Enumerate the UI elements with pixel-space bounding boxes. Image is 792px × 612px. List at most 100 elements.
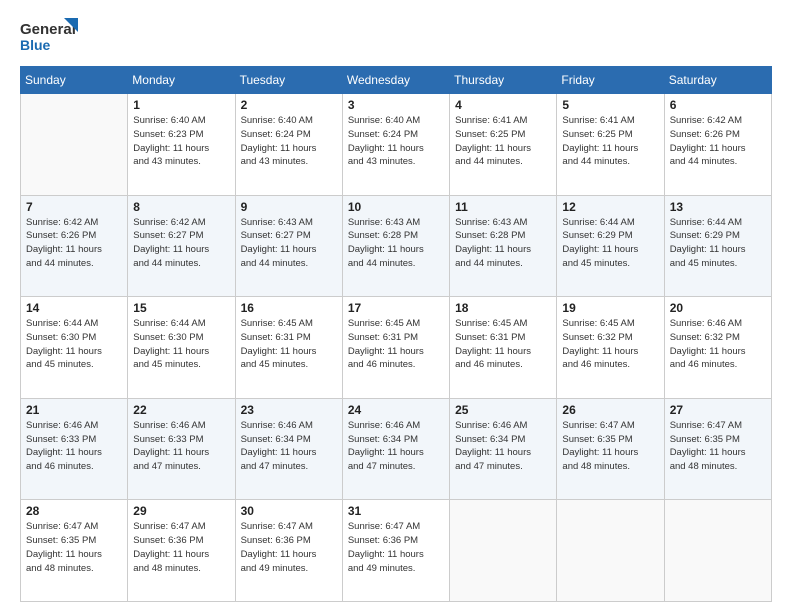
calendar-cell: 29 Sunrise: 6:47 AMSunset: 6:36 PMDayligh… bbox=[128, 500, 235, 602]
day-info: Sunrise: 6:46 AMSunset: 6:33 PMDaylight:… bbox=[133, 419, 229, 474]
day-info: Sunrise: 6:45 AMSunset: 6:32 PMDaylight:… bbox=[562, 317, 658, 372]
day-number: 13 bbox=[670, 200, 766, 214]
calendar-cell: 24 Sunrise: 6:46 AMSunset: 6:34 PMDayligh… bbox=[342, 398, 449, 500]
day-info: Sunrise: 6:43 AMSunset: 6:28 PMDaylight:… bbox=[348, 216, 444, 271]
weekday-header-monday: Monday bbox=[128, 67, 235, 94]
day-info: Sunrise: 6:44 AMSunset: 6:30 PMDaylight:… bbox=[133, 317, 229, 372]
day-info: Sunrise: 6:47 AMSunset: 6:35 PMDaylight:… bbox=[562, 419, 658, 474]
calendar-cell: 23 Sunrise: 6:46 AMSunset: 6:34 PMDayligh… bbox=[235, 398, 342, 500]
day-info: Sunrise: 6:46 AMSunset: 6:34 PMDaylight:… bbox=[455, 419, 551, 474]
day-info: Sunrise: 6:41 AMSunset: 6:25 PMDaylight:… bbox=[455, 114, 551, 169]
day-number: 11 bbox=[455, 200, 551, 214]
day-info: Sunrise: 6:47 AMSunset: 6:35 PMDaylight:… bbox=[670, 419, 766, 474]
page-header: GeneralBlue bbox=[20, 16, 772, 56]
day-info: Sunrise: 6:47 AMSunset: 6:36 PMDaylight:… bbox=[133, 520, 229, 575]
calendar-cell: 19 Sunrise: 6:45 AMSunset: 6:32 PMDayligh… bbox=[557, 297, 664, 399]
calendar-cell: 3 Sunrise: 6:40 AMSunset: 6:24 PMDaylight… bbox=[342, 94, 449, 196]
calendar-cell: 10 Sunrise: 6:43 AMSunset: 6:28 PMDayligh… bbox=[342, 195, 449, 297]
day-info: Sunrise: 6:42 AMSunset: 6:26 PMDaylight:… bbox=[670, 114, 766, 169]
calendar-week-3: 14 Sunrise: 6:44 AMSunset: 6:30 PMDayligh… bbox=[21, 297, 772, 399]
calendar-header-row: SundayMondayTuesdayWednesdayThursdayFrid… bbox=[21, 67, 772, 94]
calendar-cell: 26 Sunrise: 6:47 AMSunset: 6:35 PMDayligh… bbox=[557, 398, 664, 500]
day-info: Sunrise: 6:41 AMSunset: 6:25 PMDaylight:… bbox=[562, 114, 658, 169]
day-number: 10 bbox=[348, 200, 444, 214]
calendar-cell: 30 Sunrise: 6:47 AMSunset: 6:36 PMDayligh… bbox=[235, 500, 342, 602]
weekday-header-thursday: Thursday bbox=[450, 67, 557, 94]
calendar-table: SundayMondayTuesdayWednesdayThursdayFrid… bbox=[20, 66, 772, 602]
day-number: 25 bbox=[455, 403, 551, 417]
logo: GeneralBlue bbox=[20, 16, 80, 56]
calendar-cell: 27Sunrise: 6:47 AMSunset: 6:35 PMDayligh… bbox=[664, 398, 771, 500]
weekday-header-sunday: Sunday bbox=[21, 67, 128, 94]
weekday-header-wednesday: Wednesday bbox=[342, 67, 449, 94]
day-info: Sunrise: 6:46 AMSunset: 6:34 PMDaylight:… bbox=[348, 419, 444, 474]
day-number: 14 bbox=[26, 301, 122, 315]
day-number: 16 bbox=[241, 301, 337, 315]
calendar-cell: 15 Sunrise: 6:44 AMSunset: 6:30 PMDayligh… bbox=[128, 297, 235, 399]
day-number: 31 bbox=[348, 504, 444, 518]
day-info: Sunrise: 6:46 AMSunset: 6:34 PMDaylight:… bbox=[241, 419, 337, 474]
svg-text:General: General bbox=[20, 21, 76, 38]
day-number: 1 bbox=[133, 98, 229, 112]
calendar-cell: 20 Sunrise: 6:46 AMSunset: 6:32 PMDayligh… bbox=[664, 297, 771, 399]
calendar-cell: 5 Sunrise: 6:41 AMSunset: 6:25 PMDaylight… bbox=[557, 94, 664, 196]
calendar-cell: 7Sunrise: 6:42 AMSunset: 6:26 PMDaylight… bbox=[21, 195, 128, 297]
calendar-cell bbox=[450, 500, 557, 602]
svg-text:Blue: Blue bbox=[20, 37, 51, 53]
weekday-header-tuesday: Tuesday bbox=[235, 67, 342, 94]
day-number: 5 bbox=[562, 98, 658, 112]
calendar-cell bbox=[664, 500, 771, 602]
day-info: Sunrise: 6:47 AMSunset: 6:36 PMDaylight:… bbox=[348, 520, 444, 575]
calendar-cell: 8 Sunrise: 6:42 AMSunset: 6:27 PMDaylight… bbox=[128, 195, 235, 297]
calendar-cell: 25 Sunrise: 6:46 AMSunset: 6:34 PMDayligh… bbox=[450, 398, 557, 500]
day-number: 6 bbox=[670, 98, 766, 112]
calendar-body: 1 Sunrise: 6:40 AMSunset: 6:23 PMDaylight… bbox=[21, 94, 772, 602]
day-number: 4 bbox=[455, 98, 551, 112]
day-info: Sunrise: 6:44 AMSunset: 6:30 PMDaylight:… bbox=[26, 317, 122, 372]
day-number: 3 bbox=[348, 98, 444, 112]
calendar-cell bbox=[21, 94, 128, 196]
calendar-cell: 22 Sunrise: 6:46 AMSunset: 6:33 PMDayligh… bbox=[128, 398, 235, 500]
day-info: Sunrise: 6:42 AMSunset: 6:27 PMDaylight:… bbox=[133, 216, 229, 271]
day-number: 20 bbox=[670, 301, 766, 315]
day-number: 18 bbox=[455, 301, 551, 315]
calendar-cell: 31 Sunrise: 6:47 AMSunset: 6:36 PMDayligh… bbox=[342, 500, 449, 602]
day-info: Sunrise: 6:43 AMSunset: 6:28 PMDaylight:… bbox=[455, 216, 551, 271]
day-info: Sunrise: 6:40 AMSunset: 6:24 PMDaylight:… bbox=[241, 114, 337, 169]
day-number: 24 bbox=[348, 403, 444, 417]
day-info: Sunrise: 6:44 AMSunset: 6:29 PMDaylight:… bbox=[562, 216, 658, 271]
weekday-header-friday: Friday bbox=[557, 67, 664, 94]
calendar-cell bbox=[557, 500, 664, 602]
day-number: 26 bbox=[562, 403, 658, 417]
calendar-week-4: 21 Sunrise: 6:46 AMSunset: 6:33 PMDayligh… bbox=[21, 398, 772, 500]
weekday-header-saturday: Saturday bbox=[664, 67, 771, 94]
day-info: Sunrise: 6:40 AMSunset: 6:24 PMDaylight:… bbox=[348, 114, 444, 169]
calendar-cell: 14 Sunrise: 6:44 AMSunset: 6:30 PMDayligh… bbox=[21, 297, 128, 399]
day-number: 22 bbox=[133, 403, 229, 417]
calendar-cell: 28Sunrise: 6:47 AMSunset: 6:35 PMDayligh… bbox=[21, 500, 128, 602]
calendar-cell: 12 Sunrise: 6:44 AMSunset: 6:29 PMDayligh… bbox=[557, 195, 664, 297]
day-info: Sunrise: 6:46 AMSunset: 6:33 PMDaylight:… bbox=[26, 419, 122, 474]
calendar-cell: 17Sunrise: 6:45 AMSunset: 6:31 PMDayligh… bbox=[342, 297, 449, 399]
day-number: 29 bbox=[133, 504, 229, 518]
day-info: Sunrise: 6:47 AMSunset: 6:36 PMDaylight:… bbox=[241, 520, 337, 575]
day-info: Sunrise: 6:40 AMSunset: 6:23 PMDaylight:… bbox=[133, 114, 229, 169]
calendar-week-2: 7Sunrise: 6:42 AMSunset: 6:26 PMDaylight… bbox=[21, 195, 772, 297]
calendar-cell: 1 Sunrise: 6:40 AMSunset: 6:23 PMDaylight… bbox=[128, 94, 235, 196]
day-number: 12 bbox=[562, 200, 658, 214]
calendar-cell: 11 Sunrise: 6:43 AMSunset: 6:28 PMDayligh… bbox=[450, 195, 557, 297]
day-info: Sunrise: 6:42 AMSunset: 6:26 PMDaylight:… bbox=[26, 216, 122, 271]
day-info: Sunrise: 6:45 AMSunset: 6:31 PMDaylight:… bbox=[348, 317, 444, 372]
day-number: 15 bbox=[133, 301, 229, 315]
calendar-cell: 18Sunrise: 6:45 AMSunset: 6:31 PMDayligh… bbox=[450, 297, 557, 399]
day-info: Sunrise: 6:46 AMSunset: 6:32 PMDaylight:… bbox=[670, 317, 766, 372]
day-number: 23 bbox=[241, 403, 337, 417]
day-number: 30 bbox=[241, 504, 337, 518]
day-info: Sunrise: 6:43 AMSunset: 6:27 PMDaylight:… bbox=[241, 216, 337, 271]
day-number: 8 bbox=[133, 200, 229, 214]
day-number: 21 bbox=[26, 403, 122, 417]
day-number: 19 bbox=[562, 301, 658, 315]
day-number: 28 bbox=[26, 504, 122, 518]
day-info: Sunrise: 6:45 AMSunset: 6:31 PMDaylight:… bbox=[241, 317, 337, 372]
calendar-cell: 13Sunrise: 6:44 AMSunset: 6:29 PMDayligh… bbox=[664, 195, 771, 297]
